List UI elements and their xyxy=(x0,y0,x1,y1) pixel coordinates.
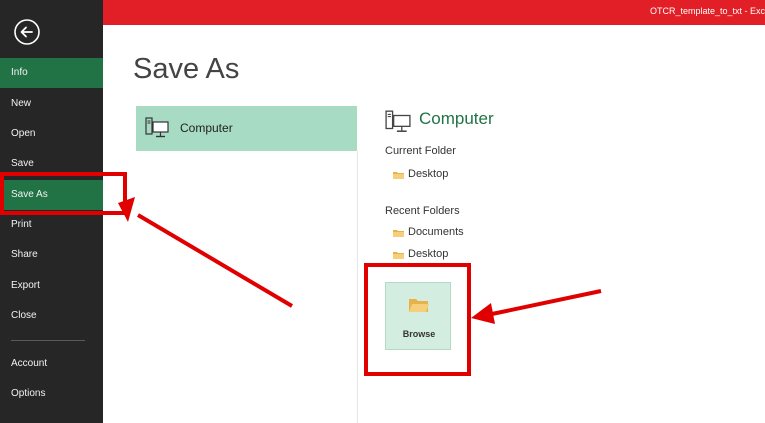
arrow-head-left xyxy=(118,197,135,222)
annotation-arrows xyxy=(118,197,602,324)
arrow-line-right xyxy=(491,289,602,316)
arrow-line-left xyxy=(136,213,294,308)
arrow-head-right xyxy=(471,303,495,324)
